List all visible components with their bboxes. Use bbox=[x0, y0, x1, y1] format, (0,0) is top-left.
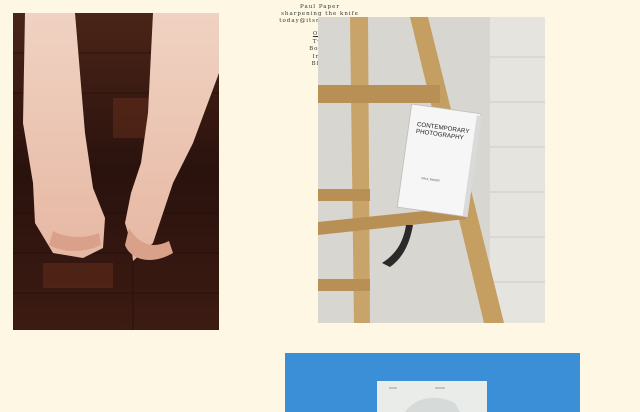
photo-book-on-ladder[interactable]: CONTEMPORARY PHOTOGRAPHY PAUL PAPER bbox=[318, 17, 545, 323]
hands-image bbox=[13, 13, 219, 330]
blue-image bbox=[285, 353, 580, 412]
photo-hands-on-floor[interactable] bbox=[13, 13, 219, 330]
site-author: Paul Paper bbox=[300, 4, 340, 10]
ladder-image: CONTEMPORARY PHOTOGRAPHY PAUL PAPER bbox=[318, 17, 545, 323]
photo-blue-book[interactable] bbox=[285, 353, 580, 412]
